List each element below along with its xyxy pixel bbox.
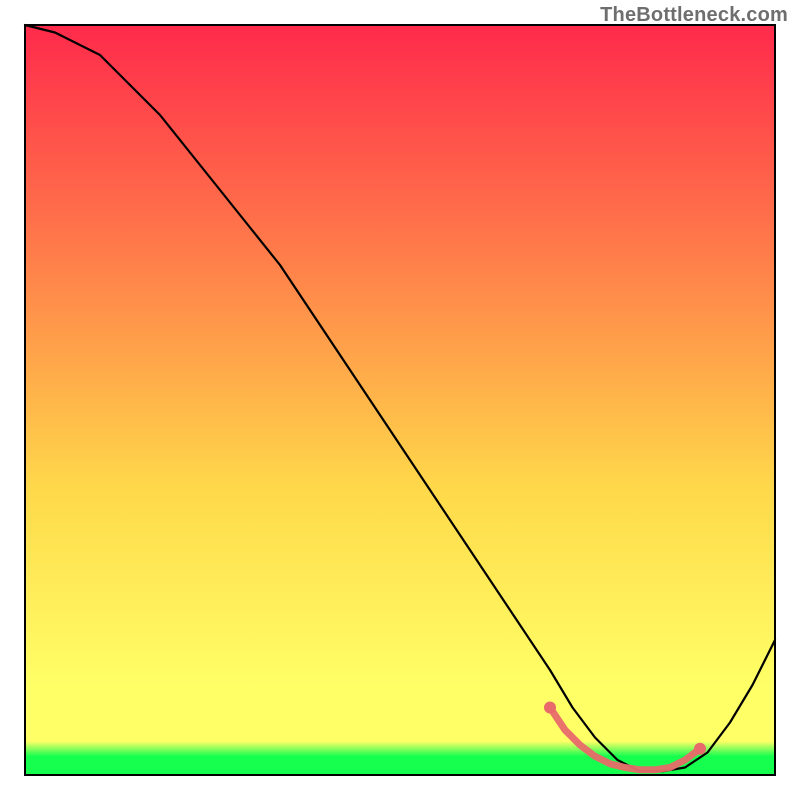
optimal-fit-endpoint	[544, 702, 556, 714]
bottleneck-chart	[0, 0, 800, 800]
gradient-background	[25, 25, 775, 775]
optimal-fit-endpoint	[694, 743, 706, 755]
chart-stage: TheBottleneck.com	[0, 0, 800, 800]
